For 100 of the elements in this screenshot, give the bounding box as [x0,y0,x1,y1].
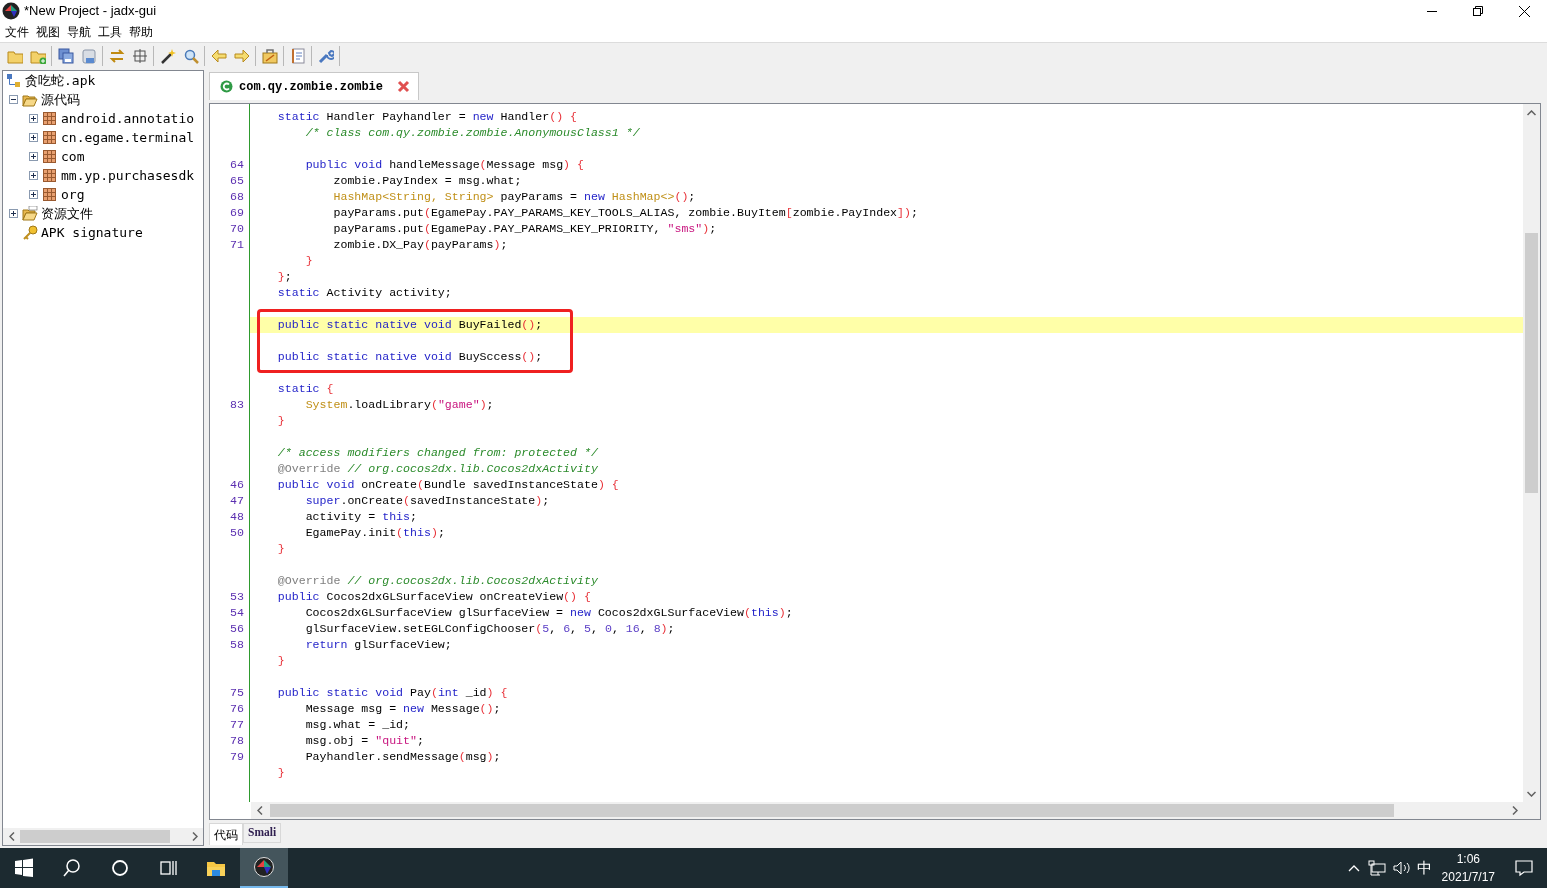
package-icon [42,148,58,165]
line-number: 78 [230,734,244,747]
expand-toggle-icon[interactable] [29,152,38,161]
scroll-right-icon[interactable] [191,832,198,841]
windows-logo-icon[interactable] [14,858,34,878]
menu-item[interactable]: 导航 [64,23,95,41]
line-number: 77 [230,718,244,731]
line-number: 64 [230,158,244,171]
code-line: HashMap<String, String> payParams = new HashMap<>(); [332,189,696,205]
wrench-icon [317,48,334,64]
scroll-left-icon[interactable] [256,806,263,815]
tree-item[interactable]: com [61,146,85,167]
tree-item[interactable]: cn.egame.terminal [61,127,195,148]
view-tab[interactable]: Smali [243,823,282,843]
expand-toggle-icon[interactable] [29,171,38,180]
swap-arrows-icon [108,48,125,64]
expand-toggle-icon[interactable] [9,209,18,218]
notification-icon[interactable] [1515,859,1533,877]
code-line: System.loadLibrary("game"); [304,397,494,413]
menu-item[interactable]: 帮助 [126,23,157,41]
line-number: 54 [230,606,244,619]
line-number: 50 [230,526,244,539]
package-icon [42,167,58,184]
search-icon [182,48,199,64]
scroll-down-icon[interactable] [1527,790,1536,797]
task-view-icon[interactable] [158,858,178,878]
search-icon[interactable] [62,858,82,878]
expand-toggle-icon[interactable] [29,190,38,199]
restore-icon[interactable] [1473,6,1483,16]
line-number: 65 [230,174,244,187]
menu-item[interactable]: 文件 [2,23,33,41]
line-number: 53 [230,590,244,603]
folder-icon [6,48,23,64]
close-tab-icon[interactable] [397,80,411,93]
save-icon [80,48,97,64]
tree-item[interactable]: 源代码 [41,89,80,110]
tree-item[interactable]: APK signature [41,222,143,243]
code-line: } [276,541,285,557]
line-number: 70 [230,222,244,235]
clock-date[interactable]: 2021/7/17 [1441,868,1495,886]
expand-toggle-icon[interactable] [9,95,18,104]
code-line: /* access modifiers changed from: protected */ [276,445,598,461]
code-line: }; [276,269,292,285]
line-number: 56 [230,622,244,635]
code-line: glSurfaceView.setEGLConfigChooser(5, 6, 5, 0, 16, 8); [304,621,675,637]
input-method-indicator[interactable]: 中 [1416,856,1432,880]
line-number: 48 [230,510,244,523]
code-line: msg.what = _id; [304,717,411,733]
code-line: public void onCreate(Bundle savedInstanceState) { [276,477,619,493]
line-number: 75 [230,686,244,699]
scrollbar-thumb[interactable] [1525,233,1538,493]
volume-icon[interactable] [1392,860,1411,876]
app-logo-icon [254,857,274,877]
chevron-up-icon[interactable] [1347,864,1360,872]
circle-icon[interactable] [110,858,130,878]
expand-toggle-icon[interactable] [29,114,38,123]
scrollbar-thumb[interactable] [270,804,1394,817]
scroll-left-icon[interactable] [8,832,15,841]
code-line: payParams.put(EgamePay.PAY_PARAMS_KEY_TOOLS_ALIAS, zombie.BuyItem[zombie.PayIndex]); [332,205,918,221]
briefcase-icon [261,48,278,64]
tree-item[interactable]: 贪吃蛇.apk [25,71,96,91]
package-icon [42,110,58,127]
line-number: 46 [230,478,244,491]
tree-item[interactable]: org [61,184,85,205]
magic-wand-icon [159,48,176,64]
view-tab[interactable]: 代码 [209,823,243,845]
tree-item[interactable]: android.annotatio [61,108,195,129]
code-line: Cocos2dxGLSurfaceView glSurfaceView = new Cocos2dxGLSurfaceView(this); [304,605,793,621]
network-icon[interactable] [1367,860,1386,876]
save-all-icon [57,48,74,64]
code-line: @Override // org.cocos2dx.lib.Cocos2dxActivity [276,573,598,589]
key-icon [22,224,38,241]
code-line: payParams.put(EgamePay.PAY_PARAMS_KEY_PRIORITY, "sms"); [332,221,717,237]
grid-icon [131,48,148,64]
code-line: static { [276,381,334,397]
code-line: Payhandler.sendMessage(msg); [304,749,501,765]
code-line: /* class com.qy.zombie.zombie.AnonymousClass1 */ [304,125,640,141]
scroll-right-icon[interactable] [1511,806,1518,815]
notepad-icon [289,48,306,64]
code-line: public Cocos2dxGLSurfaceView onCreateView() { [276,589,591,605]
tree-item[interactable]: mm.yp.purchasesdk [61,165,195,186]
close-icon[interactable] [1518,5,1530,17]
expand-toggle-icon[interactable] [29,133,38,142]
menu-item[interactable]: 工具 [95,23,126,41]
taskbar-app-button[interactable] [240,848,288,888]
code-line: } [276,653,285,669]
editor-tab[interactable]: com.qy.zombie.zombie [209,72,420,100]
line-number: 83 [230,398,244,411]
code-line: public void handleMessage(Message msg) { [304,157,584,173]
menu-item[interactable]: 视图 [33,23,64,41]
tree-root-icon [6,72,22,89]
code-line: EgamePay.init(this); [304,525,445,541]
code-line: Message msg = new Message(); [304,701,501,717]
clock-time[interactable]: 1:06 [1456,850,1480,868]
tree-item[interactable]: 资源文件 [41,203,93,224]
code-line: activity = this; [304,509,417,525]
code-line: @Override // org.cocos2dx.lib.Cocos2dxActivity [276,461,598,477]
scrollbar-thumb[interactable] [20,830,170,843]
line-number: 68 [230,190,244,203]
scroll-up-icon[interactable] [1527,109,1536,116]
